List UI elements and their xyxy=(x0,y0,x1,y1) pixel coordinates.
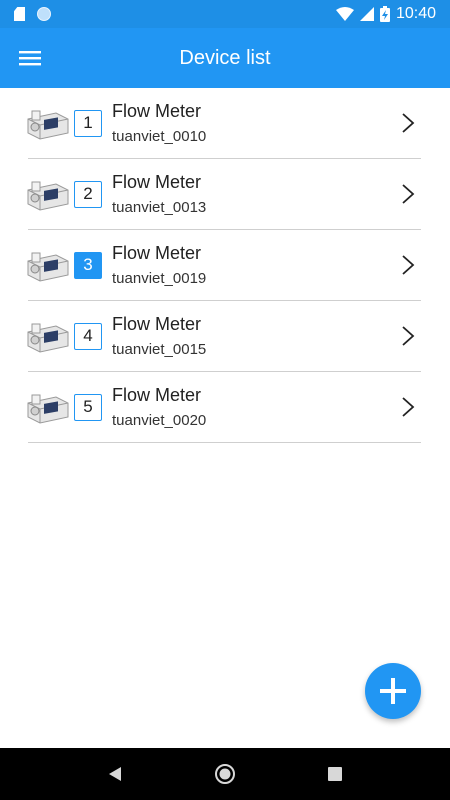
status-time: 10:40 xyxy=(395,5,436,22)
plus-icon xyxy=(380,678,406,704)
chevron-right-icon xyxy=(402,184,415,204)
device-id: tuanviet_0015 xyxy=(112,341,207,358)
nav-back-button[interactable] xyxy=(95,754,135,794)
page-title: Device list xyxy=(179,47,271,69)
chevron-right-icon xyxy=(402,326,415,346)
flow-meter-device-icon xyxy=(27,181,69,211)
device-title: Flow Meter xyxy=(112,101,202,121)
device-row[interactable]: 3 Flow Meter tuanviet_0019 xyxy=(27,230,421,301)
device-text: Flow Meter tuanviet_0020 xyxy=(112,384,206,431)
device-id: tuanviet_0013 xyxy=(112,199,207,216)
device-number-badge: 4 xyxy=(74,323,102,350)
nav-recents-button[interactable] xyxy=(315,754,355,794)
flow-meter-device-icon xyxy=(27,252,69,282)
app-bar: Device list xyxy=(0,28,450,88)
flow-meter-device-icon xyxy=(27,323,69,353)
sd-card-icon xyxy=(14,7,25,21)
add-device-button[interactable] xyxy=(365,663,421,719)
signal-icon xyxy=(359,7,374,21)
battery-charging-icon xyxy=(379,6,390,22)
device-row[interactable]: 2 Flow Meter tuanviet_0013 xyxy=(27,159,421,230)
device-number-badge: 5 xyxy=(74,394,102,421)
device-id: tuanviet_0019 xyxy=(112,270,207,287)
device-row[interactable]: 4 Flow Meter tuanviet_0015 xyxy=(27,301,421,372)
device-id: tuanviet_0010 xyxy=(112,128,207,145)
device-id: tuanviet_0020 xyxy=(112,412,207,429)
hamburger-menu-icon xyxy=(19,51,41,66)
device-text: Flow Meter tuanviet_0010 xyxy=(112,100,206,147)
chevron-right-icon xyxy=(402,397,415,417)
device-row[interactable]: 5 Flow Meter tuanviet_0020 xyxy=(27,372,421,443)
system-nav-bar xyxy=(0,748,450,800)
flow-meter-device-icon xyxy=(27,394,69,424)
nav-home-button[interactable] xyxy=(205,754,245,794)
chevron-right-icon xyxy=(402,255,415,275)
device-list: 1 Flow Meter tuanviet_0010 2 Flow Meter xyxy=(27,88,421,443)
device-text: Flow Meter tuanviet_0019 xyxy=(112,242,206,289)
device-title: Flow Meter xyxy=(112,385,202,405)
device-title: Flow Meter xyxy=(112,172,202,192)
recents-icon xyxy=(328,767,342,781)
device-number-badge: 1 xyxy=(74,110,102,137)
device-row[interactable]: 1 Flow Meter tuanviet_0010 xyxy=(27,88,421,159)
device-title: Flow Meter xyxy=(112,243,202,263)
flow-meter-device-icon xyxy=(27,110,69,140)
menu-button[interactable] xyxy=(14,42,46,74)
screen: 10:40 Device list 1 Flow Meter tuanviet_… xyxy=(0,0,450,800)
device-title: Flow Meter xyxy=(112,314,202,334)
device-number-badge-selected: 3 xyxy=(74,252,102,279)
home-icon xyxy=(215,764,235,784)
notification-dot-icon xyxy=(37,7,51,21)
device-text: Flow Meter tuanviet_0013 xyxy=(112,171,206,218)
status-left xyxy=(14,7,51,21)
chevron-right-icon xyxy=(402,113,415,133)
device-number-badge: 2 xyxy=(74,181,102,208)
wifi-icon xyxy=(335,7,354,21)
back-icon xyxy=(109,767,121,781)
device-text: Flow Meter tuanviet_0015 xyxy=(112,313,206,360)
status-bar: 10:40 xyxy=(0,0,450,28)
status-right: 10:40 xyxy=(335,5,436,23)
